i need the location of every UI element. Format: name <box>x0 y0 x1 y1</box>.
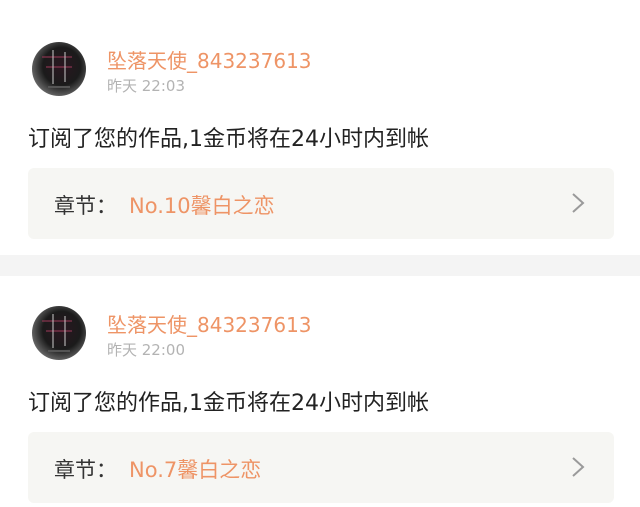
timestamp: 昨天 22:00 <box>107 341 185 359</box>
chapter-link[interactable]: 章节： No.10馨白之恋 <box>28 168 614 239</box>
chapter-label: 章节： <box>54 458 117 482</box>
chapter-title: No.7馨白之恋 <box>129 458 262 482</box>
notification-message: 订阅了您的作品,1金币将在24小时内到帐 <box>28 127 429 152</box>
chevron-right-icon <box>572 193 585 213</box>
user-avatar-icon[interactable] <box>32 42 86 96</box>
chapter-title: No.10馨白之恋 <box>129 194 275 218</box>
notification-message: 订阅了您的作品,1金币将在24小时内到帐 <box>28 391 429 416</box>
notification-card: 坠落天使_843237613 昨天 22:03 订阅了您的作品,1金币将在24小… <box>0 0 640 255</box>
chevron-right-icon <box>572 457 585 477</box>
chapter-label: 章节： <box>54 194 117 218</box>
timestamp: 昨天 22:03 <box>107 77 185 95</box>
user-avatar-icon[interactable] <box>32 306 86 360</box>
username-link[interactable]: 坠落天使_843237613 <box>107 309 312 338</box>
section-divider <box>0 255 640 276</box>
username-link[interactable]: 坠落天使_843237613 <box>107 45 312 74</box>
notification-card: 坠落天使_843237613 昨天 22:00 订阅了您的作品,1金币将在24小… <box>0 276 640 507</box>
chapter-link[interactable]: 章节： No.7馨白之恋 <box>28 432 614 503</box>
